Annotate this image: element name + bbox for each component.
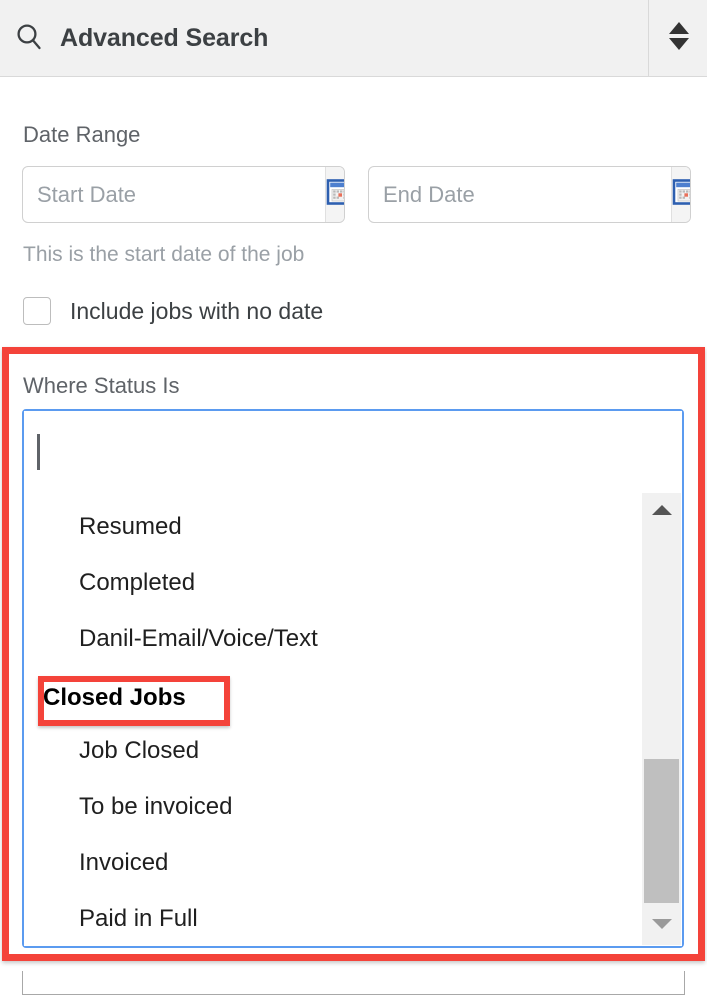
date-range-row	[22, 166, 692, 223]
list-item-to-be-invoiced[interactable]: To be invoiced	[79, 792, 232, 822]
status-options-list[interactable]: Resumed Completed Danil-Email/Voice/Text…	[24, 493, 682, 946]
list-item-paid-in-full[interactable]: Paid in Full	[79, 904, 198, 934]
search-icon	[13, 21, 47, 55]
start-date-hint: This is the start date of the job	[23, 243, 305, 266]
start-date-calendar-button[interactable]	[325, 167, 344, 222]
list-item-completed[interactable]: Completed	[79, 568, 195, 598]
scrollbar-up-button[interactable]	[642, 493, 681, 531]
date-range-label: Date Range	[23, 122, 141, 147]
status-combobox[interactable]: Resumed Completed Danil-Email/Voice/Text…	[22, 409, 684, 948]
page-title: Advanced Search	[60, 23, 269, 52]
status-list-scrollbar[interactable]	[642, 493, 681, 945]
scrollbar-thumb[interactable]	[644, 759, 679, 903]
end-date-input[interactable]	[369, 167, 671, 222]
include-no-date-label: Include jobs with no date	[70, 297, 324, 324]
sort-updown-icon	[666, 19, 692, 58]
collapse-toggle-button[interactable]	[650, 0, 707, 76]
advanced-search-header: Advanced Search	[0, 0, 707, 77]
scrollbar-down-button[interactable]	[642, 907, 681, 945]
list-item-danil-email-voice-text[interactable]: Danil-Email/Voice/Text	[79, 624, 318, 654]
end-date-calendar-button[interactable]	[671, 167, 690, 222]
start-date-field[interactable]	[22, 166, 345, 223]
panel-bottom-strip	[22, 971, 685, 995]
list-item-resumed[interactable]: Resumed	[79, 512, 182, 542]
text-caret	[37, 434, 40, 470]
calendar-icon	[672, 178, 690, 211]
header-title-area[interactable]: Advanced Search	[0, 0, 649, 76]
end-date-field[interactable]	[368, 166, 691, 223]
status-search-input[interactable]	[24, 411, 682, 493]
calendar-icon	[326, 178, 344, 211]
include-no-date-row[interactable]: Include jobs with no date	[23, 297, 323, 325]
start-date-input[interactable]	[23, 167, 325, 222]
list-item-invoiced[interactable]: Invoiced	[79, 848, 168, 878]
triangle-up-icon	[651, 503, 673, 522]
include-no-date-checkbox[interactable]	[23, 297, 51, 325]
list-item-job-closed[interactable]: Job Closed	[79, 736, 199, 766]
triangle-down-icon	[651, 917, 673, 936]
group-label-closed-jobs: Closed Jobs	[43, 684, 186, 711]
where-status-label: Where Status Is	[23, 373, 180, 398]
advanced-search-panel: Date Range Start Date End Date This is t…	[0, 77, 707, 995]
